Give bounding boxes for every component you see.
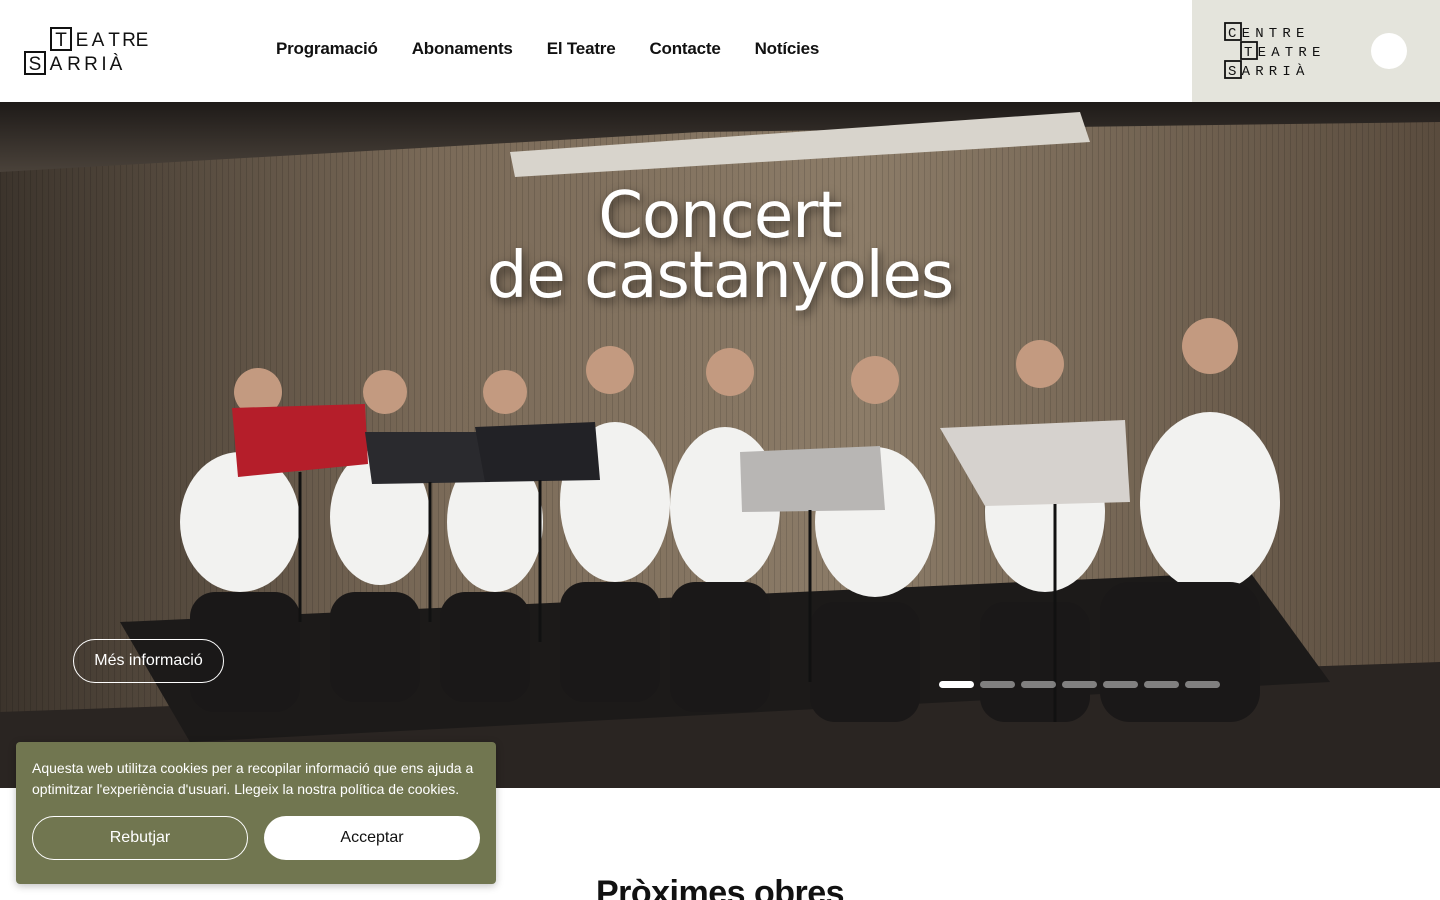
hero-title-line2: de castanyoles <box>486 239 955 313</box>
teatre-sarria-logo[interactable]: T E A T R E S A R R I À <box>24 27 149 75</box>
logo-letter: S <box>29 54 42 75</box>
centre-teatre-panel: CENTRE TEATRE SARRIÀ <box>1192 0 1440 102</box>
logo-line-sarria: SARRIÀ <box>1228 62 1310 80</box>
hero-title-line1: Concert <box>598 179 842 253</box>
site-header: T E A T R E S A R R I À Programació Abon… <box>0 0 1440 102</box>
more-info-button[interactable]: Més informació <box>73 639 224 683</box>
logo-line-teatre: TEATRE <box>1244 45 1326 61</box>
slider-dot[interactable] <box>980 681 1015 688</box>
logo-letter: R <box>122 30 136 51</box>
logo-letter: A <box>50 54 63 75</box>
slider-dot[interactable] <box>939 681 974 688</box>
accept-cookies-button[interactable]: Acceptar <box>264 816 480 860</box>
logo-letter: T <box>108 30 120 51</box>
slider-dot[interactable] <box>1103 681 1138 688</box>
nav-programacio[interactable]: Programació <box>276 39 378 59</box>
logo-letter: À <box>110 54 123 75</box>
hero-title: Concert de castanyoles <box>0 179 1440 313</box>
logo-line-centre: CENTRE <box>1228 26 1310 42</box>
cookie-banner: Aquesta web utilitza cookies per a recop… <box>16 742 496 884</box>
nav-contacte[interactable]: Contacte <box>649 39 720 59</box>
reject-cookies-button[interactable]: Rebutjar <box>32 816 248 860</box>
logo-letter: T <box>55 30 67 51</box>
logo-letter: A <box>92 30 105 51</box>
logo-letter: E <box>76 30 89 51</box>
nav-abonaments[interactable]: Abonaments <box>412 39 513 59</box>
centre-teatre-sarria-logo[interactable]: CENTRE TEATRE SARRIÀ <box>1224 22 1330 80</box>
menu-circle-button[interactable] <box>1371 33 1407 69</box>
main-nav: Programació Abonaments El Teatre Contact… <box>276 39 819 59</box>
slider-dot[interactable] <box>1185 681 1220 688</box>
slider-dot[interactable] <box>1144 681 1179 688</box>
slider-dots <box>939 681 1220 688</box>
cookie-text: Aquesta web utilitza cookies per a recop… <box>32 760 474 797</box>
logo-letter: R <box>84 54 98 75</box>
logo-letter: E <box>136 30 149 51</box>
slider-dot[interactable] <box>1021 681 1056 688</box>
nav-noticies[interactable]: Notícies <box>755 39 820 59</box>
logo-letter: R <box>67 54 81 75</box>
hero-slider: Concert de castanyoles Més informació <box>0 102 1440 788</box>
nav-el-teatre[interactable]: El Teatre <box>547 39 616 59</box>
slider-dot[interactable] <box>1062 681 1097 688</box>
logo-letter: I <box>101 54 106 75</box>
